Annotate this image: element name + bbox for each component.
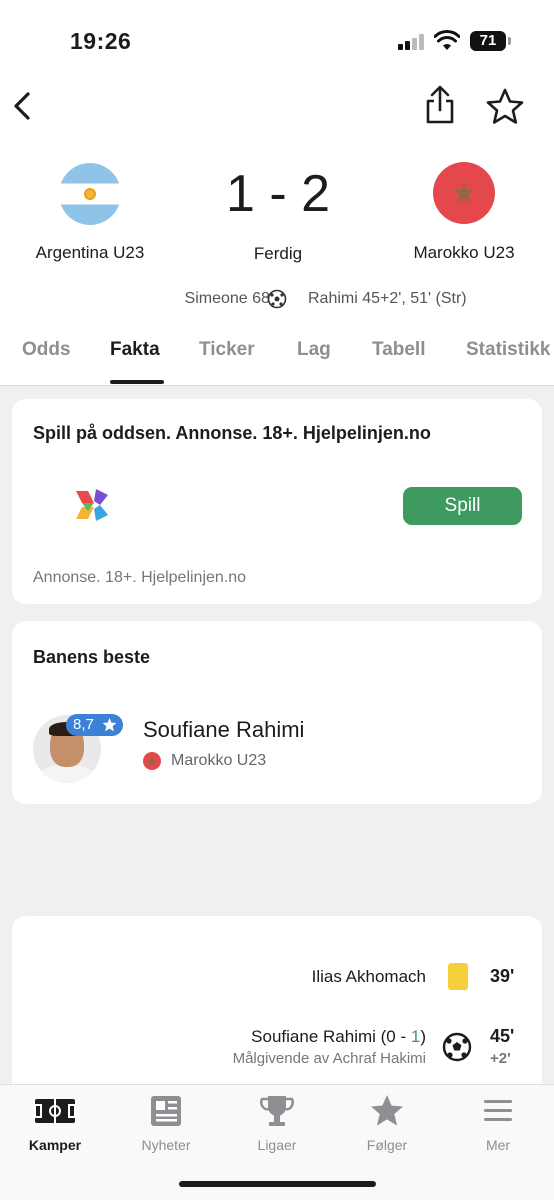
match-score: 1 - 2 bbox=[225, 165, 331, 223]
betting-brand-logo-icon bbox=[76, 489, 108, 521]
nav-mer[interactable]: Mer bbox=[443, 1093, 553, 1153]
star-icon bbox=[102, 717, 117, 732]
tab-odds[interactable]: Odds bbox=[22, 339, 71, 361]
goal-score-highlight: 1 bbox=[410, 1027, 421, 1046]
tab-ticker[interactable]: Ticker bbox=[199, 339, 255, 361]
back-arrow-icon[interactable] bbox=[8, 86, 48, 126]
football-icon bbox=[442, 1032, 472, 1062]
tab-statistikk[interactable]: Statistikk bbox=[466, 339, 550, 361]
menu-icon bbox=[484, 1100, 512, 1121]
battery-icon: 71 bbox=[470, 31, 511, 51]
status-time: 19:26 bbox=[70, 28, 132, 54]
goal-scorer-text: Soufiane Rahimi (0 - bbox=[251, 1027, 411, 1046]
wifi-icon bbox=[434, 30, 460, 50]
argentina-flag-icon[interactable] bbox=[59, 163, 121, 225]
morocco-flag-icon[interactable] bbox=[433, 162, 495, 224]
goal-score-close: ) bbox=[420, 1027, 426, 1046]
active-tab-indicator bbox=[110, 380, 164, 384]
nav-ligaer[interactable]: Ligaer bbox=[222, 1093, 332, 1153]
away-scorers: Rahimi 45+2', 51' (Str) bbox=[308, 290, 467, 307]
nav-label: Følger bbox=[366, 1137, 408, 1153]
match-status: Ferdig bbox=[253, 244, 303, 263]
betting-ad-card: Spill på oddsen. Annonse. 18+. Hjelpelin… bbox=[12, 399, 542, 604]
nav-nyheter[interactable]: Nyheter bbox=[111, 1093, 221, 1153]
nav-label: Ligaer bbox=[257, 1137, 297, 1153]
home-indicator[interactable] bbox=[179, 1181, 376, 1187]
match-tabs: Odds Fakta Ticker Lag Tabell Statistikk bbox=[0, 337, 554, 385]
newspaper-icon bbox=[151, 1096, 181, 1126]
section-title: Banens beste bbox=[33, 647, 151, 667]
event-player-name[interactable]: Ilias Akhomach bbox=[312, 967, 426, 987]
event-minute: 45' bbox=[490, 1026, 515, 1046]
ad-title: Spill på oddsen. Annonse. 18+. Hjelpelin… bbox=[33, 423, 431, 443]
nav-label: Mer bbox=[485, 1137, 511, 1153]
nav-label: Nyheter bbox=[141, 1137, 191, 1153]
tab-tabell[interactable]: Tabell bbox=[372, 339, 426, 361]
home-scorers: Simeone 68' bbox=[184, 290, 273, 307]
home-team-name[interactable]: Argentina U23 bbox=[20, 243, 160, 263]
player-team-name: Marokko U23 bbox=[171, 752, 267, 769]
yellow-card-icon bbox=[448, 963, 468, 990]
ad-footer-text: Annonse. 18+. Hjelpelinjen.no bbox=[33, 569, 247, 586]
player-rating-badge: 8,7 bbox=[66, 714, 123, 736]
match-header: 19:26 71 Argentina U23 1 - 2 Ferdig Maro… bbox=[0, 0, 554, 386]
pitch-icon bbox=[34, 1099, 76, 1123]
favorite-star-icon[interactable] bbox=[484, 86, 526, 128]
rating-value: 8,7 bbox=[73, 716, 94, 733]
tab-lag[interactable]: Lag bbox=[297, 339, 331, 361]
trophy-icon bbox=[260, 1096, 294, 1126]
morocco-flag-icon bbox=[143, 752, 161, 770]
signal-icon bbox=[398, 34, 426, 50]
goal-event-player[interactable]: Soufiane Rahimi (0 - 1) bbox=[251, 1027, 426, 1047]
spill-button[interactable]: Spill bbox=[403, 487, 522, 525]
football-icon bbox=[267, 289, 287, 309]
man-of-the-match-card[interactable]: Banens beste 8,7 Soufiane Rahimi Marokko… bbox=[12, 621, 542, 804]
player-name[interactable]: Soufiane Rahimi bbox=[143, 717, 304, 743]
goal-assist-text: Målgivende av Achraf Hakimi bbox=[232, 1050, 426, 1067]
event-added-time: +2' bbox=[490, 1050, 511, 1067]
star-icon bbox=[371, 1095, 403, 1126]
share-icon[interactable] bbox=[420, 84, 460, 128]
nav-label: Kamper bbox=[28, 1137, 82, 1153]
away-team-name[interactable]: Marokko U23 bbox=[394, 243, 534, 263]
event-minute: 39' bbox=[490, 966, 515, 986]
nav-kamper[interactable]: Kamper bbox=[0, 1093, 110, 1153]
tab-fakta[interactable]: Fakta bbox=[110, 339, 160, 361]
nav-folger[interactable]: Følger bbox=[332, 1093, 442, 1153]
